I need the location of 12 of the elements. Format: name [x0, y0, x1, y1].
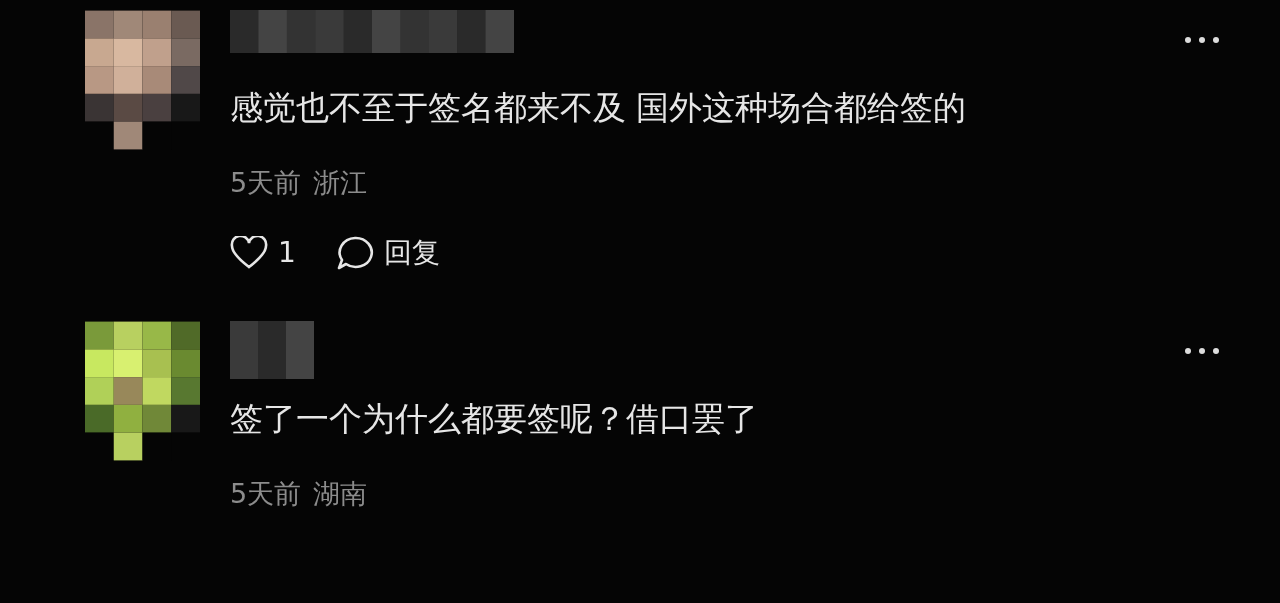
comment-time: 5天前 [230, 166, 302, 200]
comment-text: 签了一个为什么都要签呢？借口罢了 [230, 398, 759, 440]
comment-text: 感觉也不至于签名都来不及 国外这种场合都给签的 [230, 87, 968, 129]
comment-location: 湖南 [313, 477, 368, 511]
heart-icon[interactable] [230, 236, 268, 270]
comment-location: 浙江 [313, 166, 368, 200]
like-count: 1 [278, 235, 296, 271]
comment-time: 5天前 [230, 477, 302, 511]
reply-link[interactable]: 回复 [383, 233, 440, 273]
more-icon[interactable] [1184, 36, 1220, 44]
more-icon[interactable] [1184, 347, 1220, 355]
speech-bubble-icon[interactable] [335, 235, 374, 271]
